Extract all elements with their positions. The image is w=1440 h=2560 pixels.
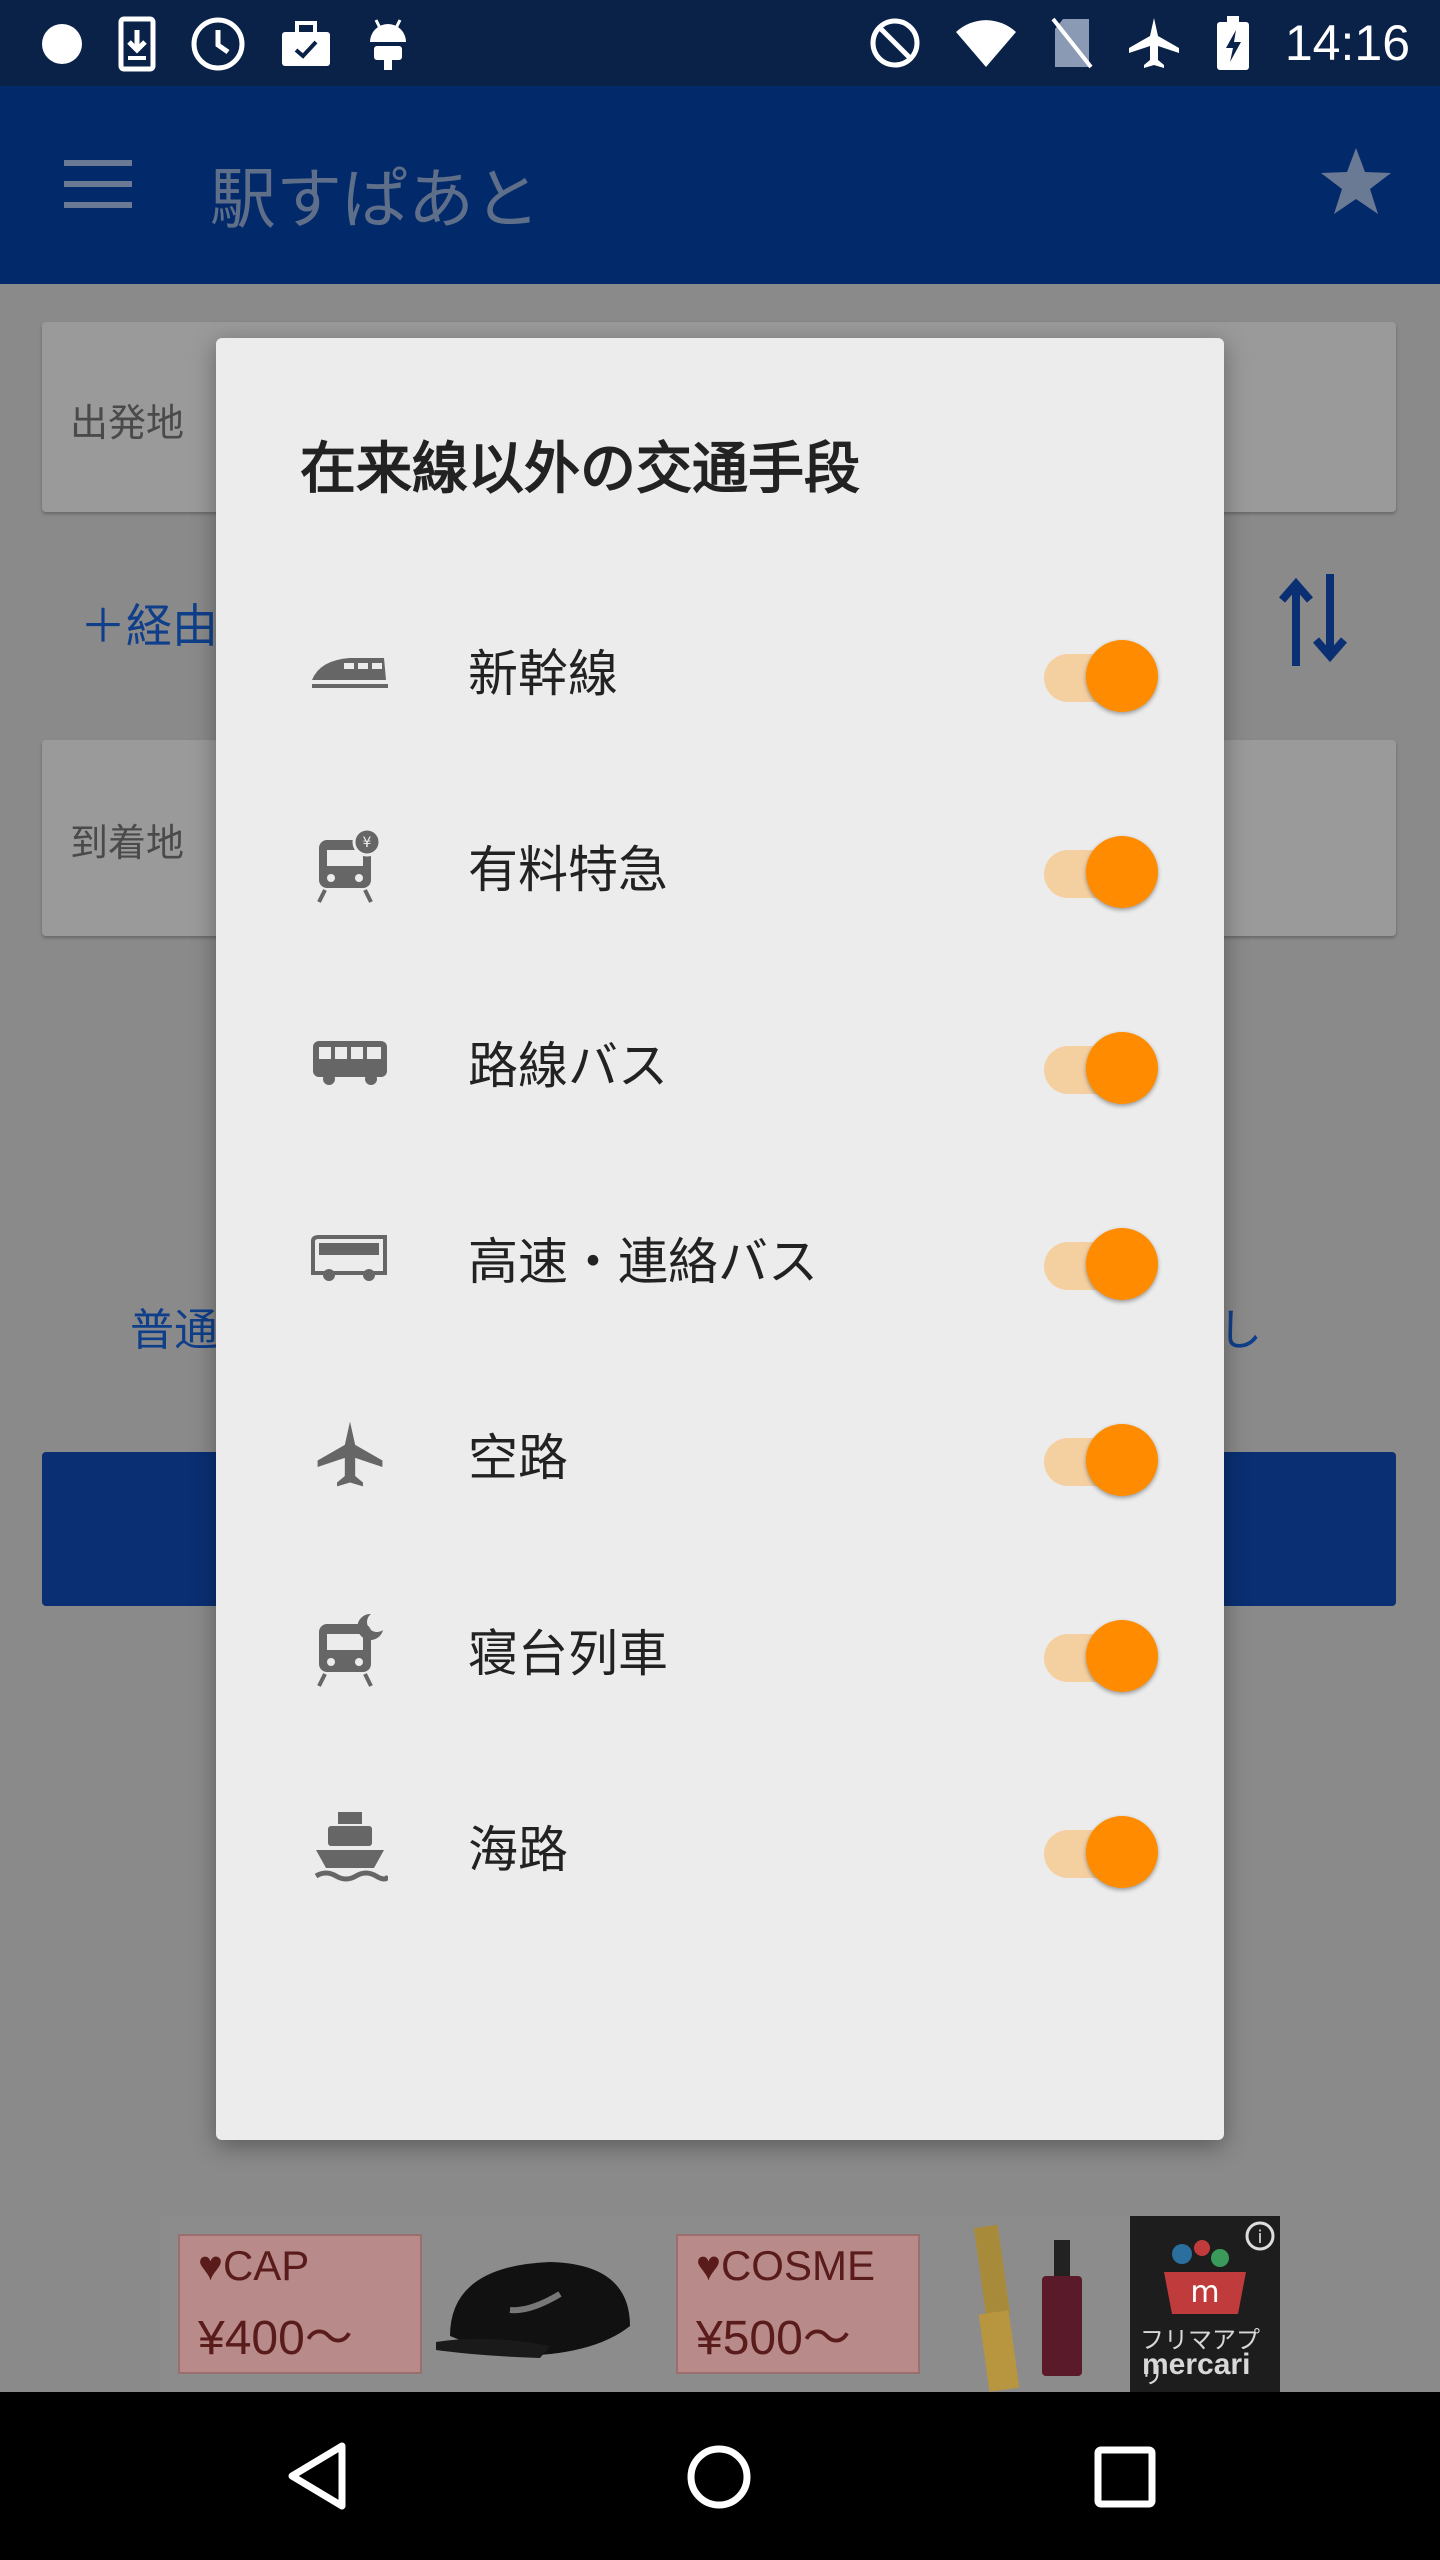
ad-tile-title: ♥COSME <box>696 2242 875 2289</box>
option-shinkansen[interactable]: 新幹線 <box>216 590 1224 750</box>
option-paid-express[interactable]: ¥ 有料特急 <box>216 786 1224 946</box>
clock-icon <box>191 17 245 71</box>
ad-tile-price: ¥500〜 <box>696 2312 851 2365</box>
option-sea[interactable]: 海路 <box>216 1766 1224 1926</box>
option-label: 空路 <box>468 1429 568 1487</box>
cap-image <box>436 2262 630 2358</box>
ad-tile-title: ♥CAP <box>198 2242 310 2289</box>
mercari-logo[interactable]: m i フリマアプリ mercari <box>1130 2216 1280 2392</box>
status-time: 14:16 <box>1284 15 1410 71</box>
ad-banner[interactable]: ♥CAP ¥400〜 ♥COSME ¥500〜 m i フリマアプリ merca… <box>160 2216 1280 2392</box>
briefcase-icon <box>282 21 330 66</box>
option-route-bus[interactable]: 路線バス <box>216 982 1224 1142</box>
dialog-title: 在来線以外の交通手段 <box>300 437 860 502</box>
app-title: 駅すぱあと <box>210 161 540 238</box>
ad-tile-cosme[interactable]: ♥COSME ¥500〜 <box>676 2234 920 2374</box>
download-icon <box>118 16 156 72</box>
toggle-switch[interactable] <box>1038 1806 1158 1888</box>
toggle-switch[interactable] <box>1038 826 1158 908</box>
home-icon[interactable] <box>686 2444 752 2510</box>
sleeper-train-icon <box>310 1610 390 1690</box>
option-label: 路線バス <box>468 1037 668 1095</box>
ordinary-text[interactable]: 普通 <box>130 1294 218 1358</box>
recents-icon[interactable] <box>1094 2446 1156 2508</box>
option-air[interactable]: 空路 <box>216 1374 1224 1534</box>
toggle-switch[interactable] <box>1038 1022 1158 1104</box>
option-highway-bus[interactable]: 高速・連絡バス <box>216 1178 1224 1338</box>
star-icon[interactable] <box>1316 142 1396 222</box>
add-via-link[interactable]: ＋経由 <box>80 590 218 656</box>
svg-text:¥: ¥ <box>363 835 372 851</box>
airplane-icon <box>310 1414 390 1494</box>
status-left-icons <box>40 16 410 72</box>
app-bar: 駅すぱあと <box>0 86 1440 284</box>
bullet-train-icon <box>310 630 390 710</box>
bus-icon <box>310 1022 390 1102</box>
ad-info-icon[interactable]: i <box>1244 2220 1276 2252</box>
arrival-label: 到着地 <box>70 821 185 865</box>
navigation-bar <box>0 2392 1440 2560</box>
departure-label: 出発地 <box>70 401 185 445</box>
android-icon <box>370 19 406 70</box>
back-icon[interactable] <box>284 2440 348 2512</box>
status-bar: 14:16 <box>0 0 1440 86</box>
no-sim-icon <box>1051 17 1093 69</box>
status-right-icons: 14:16 <box>869 12 1410 74</box>
toggle-switch[interactable] <box>1038 1610 1158 1692</box>
swap-icon[interactable] <box>1276 570 1350 670</box>
option-label: 海路 <box>468 1821 568 1879</box>
battery-charging-icon <box>1216 16 1249 70</box>
paid-express-icon: ¥ <box>310 826 390 906</box>
ad-brand-name: mercari <box>1142 2348 1251 2381</box>
cosmetics-image <box>973 2224 1082 2392</box>
svg-text:m: m <box>1190 2275 1219 2310</box>
wifi-icon <box>955 20 1016 67</box>
right-text[interactable]: し <box>1218 1294 1262 1358</box>
toggle-switch[interactable] <box>1038 1218 1158 1300</box>
option-label: 新幹線 <box>468 645 618 703</box>
option-sleeper-train[interactable]: 寝台列車 <box>216 1570 1224 1730</box>
highway-bus-icon <box>310 1218 390 1298</box>
menu-icon[interactable] <box>64 156 132 212</box>
airplane-icon <box>1128 18 1179 68</box>
circle-icon <box>42 24 82 64</box>
ship-icon <box>310 1806 390 1886</box>
transport-options-dialog: 在来線以外の交通手段 新幹線 ¥ 有料特急 路線バス 高速・連絡バス 空路 寝台… <box>216 338 1224 2140</box>
option-label: 有料特急 <box>468 841 668 899</box>
ad-tile-cap[interactable]: ♥CAP ¥400〜 <box>178 2234 422 2374</box>
ad-tile-price: ¥400〜 <box>198 2312 353 2365</box>
svg-text:i: i <box>1257 2227 1262 2248</box>
toggle-switch[interactable] <box>1038 630 1158 712</box>
option-label: 高速・連絡バス <box>468 1233 818 1291</box>
option-label: 寝台列車 <box>468 1625 668 1683</box>
toggle-switch[interactable] <box>1038 1414 1158 1496</box>
do-not-disturb-icon <box>870 18 920 68</box>
